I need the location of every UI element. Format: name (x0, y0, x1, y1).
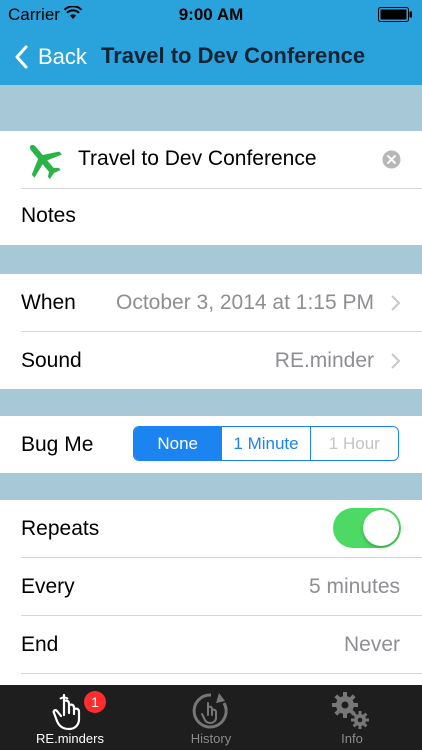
end-row[interactable]: End Never (0, 616, 422, 673)
chevron-right-icon (391, 294, 401, 311)
divider (21, 188, 422, 189)
toggle-knob (363, 510, 399, 546)
every-value: 5 minutes (308, 574, 400, 598)
airplane-icon (29, 144, 62, 180)
tab-history[interactable]: History (141, 685, 281, 750)
battery-icon (378, 7, 412, 22)
repeats-toggle[interactable] (333, 508, 401, 548)
repeats-label: Repeats (21, 516, 100, 540)
history-icon (192, 693, 228, 729)
status-bar: Carrier 9:00 AM (0, 0, 422, 30)
status-time: 9:00 AM (178, 5, 244, 24)
tab-label: Info (341, 731, 363, 746)
bug-me-segmented-control: None 1 Minute 1 Hour (133, 426, 399, 461)
tab-info[interactable]: Info (282, 685, 422, 750)
back-label: Back (38, 44, 87, 69)
notification-badge: 1 (84, 691, 106, 713)
bug-me-label: Bug Me (21, 432, 94, 456)
divider (21, 673, 422, 674)
schedule-section: When October 3, 2014 at 1:15 PM Sound RE… (0, 274, 422, 389)
segment-none[interactable]: None (134, 427, 222, 460)
notes-field[interactable]: Notes (21, 204, 76, 228)
every-row[interactable]: Every 5 minutes (0, 558, 422, 615)
clear-icon[interactable] (382, 150, 401, 169)
every-label: Every (21, 574, 75, 598)
when-label: When (21, 290, 76, 314)
page-title: Travel to Dev Conference (101, 43, 366, 68)
chevron-left-icon (15, 45, 28, 69)
gears-icon (332, 692, 369, 729)
end-label: End (21, 632, 59, 656)
segment-1-hour[interactable]: 1 Hour (309, 427, 398, 460)
navigation-bar: Back Travel to Dev Conference (0, 30, 422, 85)
sound-value: RE.minder (274, 348, 374, 372)
segment-1-minute[interactable]: 1 Minute (221, 427, 309, 460)
end-value: Never (343, 632, 400, 656)
sound-row[interactable]: Sound RE.minder (0, 332, 422, 389)
when-value: October 3, 2014 at 1:15 PM (116, 290, 374, 314)
tab-bar: 1 RE.minders History Info (0, 685, 422, 750)
when-row[interactable]: When October 3, 2014 at 1:15 PM (0, 274, 422, 331)
reminder-details-section: Travel to Dev Conference Notes (0, 131, 422, 245)
tab-label: RE.minders (36, 731, 104, 746)
tab-label: History (190, 731, 232, 746)
chevron-right-icon (391, 352, 401, 369)
back-button[interactable]: Back (14, 40, 87, 74)
sound-label: Sound (21, 348, 82, 372)
reminder-title-field[interactable]: Travel to Dev Conference (78, 147, 317, 171)
tab-reminders[interactable]: 1 RE.minders (0, 685, 140, 750)
